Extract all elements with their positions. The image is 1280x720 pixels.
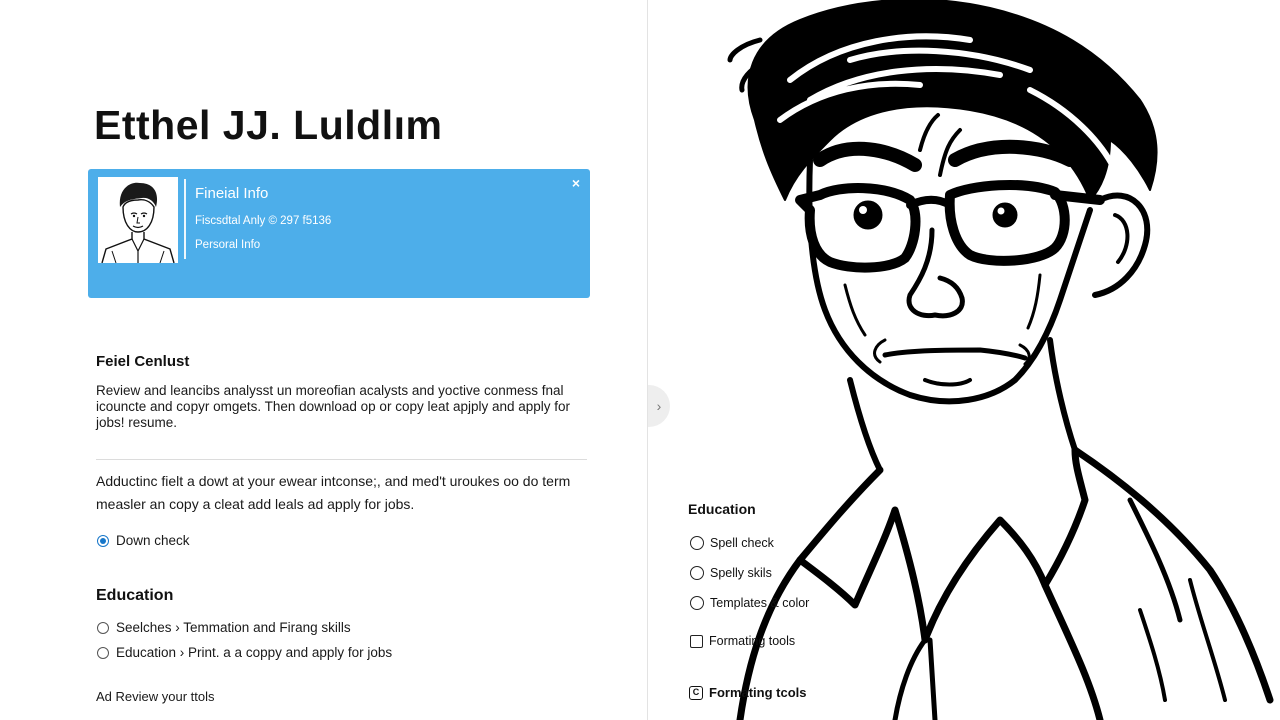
formatting-tools-checkbox[interactable]: Formating tools (690, 634, 795, 648)
checkbox-icon[interactable] (690, 634, 703, 648)
section-heading: Feiel Cenlust (96, 353, 190, 370)
pane-divider[interactable] (647, 0, 648, 720)
avatar (98, 177, 178, 263)
instruction-text: Adductinc fielt a dowt at your ewear int… (96, 473, 571, 512)
chevron-right-icon: › (656, 398, 662, 414)
radio-icon[interactable] (97, 646, 109, 659)
option-label: Formating tools (709, 634, 796, 648)
education-option[interactable]: Education › Print. a a coppy and apply f… (97, 645, 392, 660)
card-detail: Fiscsdtal Anly © 297 f5136 (195, 215, 332, 227)
card-subtitle[interactable]: Persoral Info (195, 239, 260, 251)
radio-label: Down check (116, 533, 190, 548)
option-label: Seelches › Temmation and Firang skills (116, 620, 351, 635)
format-icon: C (689, 685, 703, 700)
close-icon[interactable]: × (572, 175, 580, 191)
option-label: Spelly skils (710, 566, 772, 580)
option-label: Spell check (710, 536, 774, 550)
spelly-skils-option[interactable]: Spelly skils (690, 566, 772, 580)
divider (96, 459, 587, 460)
button-label: Formating tcols (709, 685, 807, 700)
education-option[interactable]: Seelches › Temmation and Firang skills (97, 620, 351, 635)
formatting-tools-button[interactable]: C Formating tcols (689, 685, 807, 700)
radio-icon[interactable] (97, 621, 109, 634)
description-text: Review and leancibs analysst un moreofia… (96, 383, 571, 430)
radio-icon[interactable] (690, 596, 704, 610)
education-heading: Education (96, 587, 174, 604)
spell-check-option[interactable]: Spell check (690, 536, 774, 550)
portrait-illustration (727, 0, 1274, 720)
profile-name: Etthel JJ. Luldlım (94, 102, 443, 148)
card-separator (184, 179, 186, 259)
card-title: Fineial Info (195, 185, 269, 202)
radio-icon[interactable] (690, 536, 704, 550)
down-check-radio[interactable]: Down check (97, 533, 190, 548)
radio-icon[interactable] (690, 566, 704, 580)
info-card[interactable]: Fineial Info Fiscsdtal Anly © 297 f5136 … (88, 169, 590, 298)
editor-pane: Etthel JJ. Luldlım Fineial Info Fiscsdta… (0, 0, 647, 720)
footer-text: Ad Review your ttols (96, 689, 215, 704)
radio-selected-icon[interactable] (97, 534, 109, 547)
option-label: Templates & color (710, 596, 810, 610)
option-label: Education › Print. a a coppy and apply f… (116, 645, 393, 660)
templates-color-option[interactable]: Templates & color (690, 596, 809, 610)
right-education-heading: Education (688, 501, 756, 517)
collapse-handle[interactable]: › (648, 385, 670, 427)
